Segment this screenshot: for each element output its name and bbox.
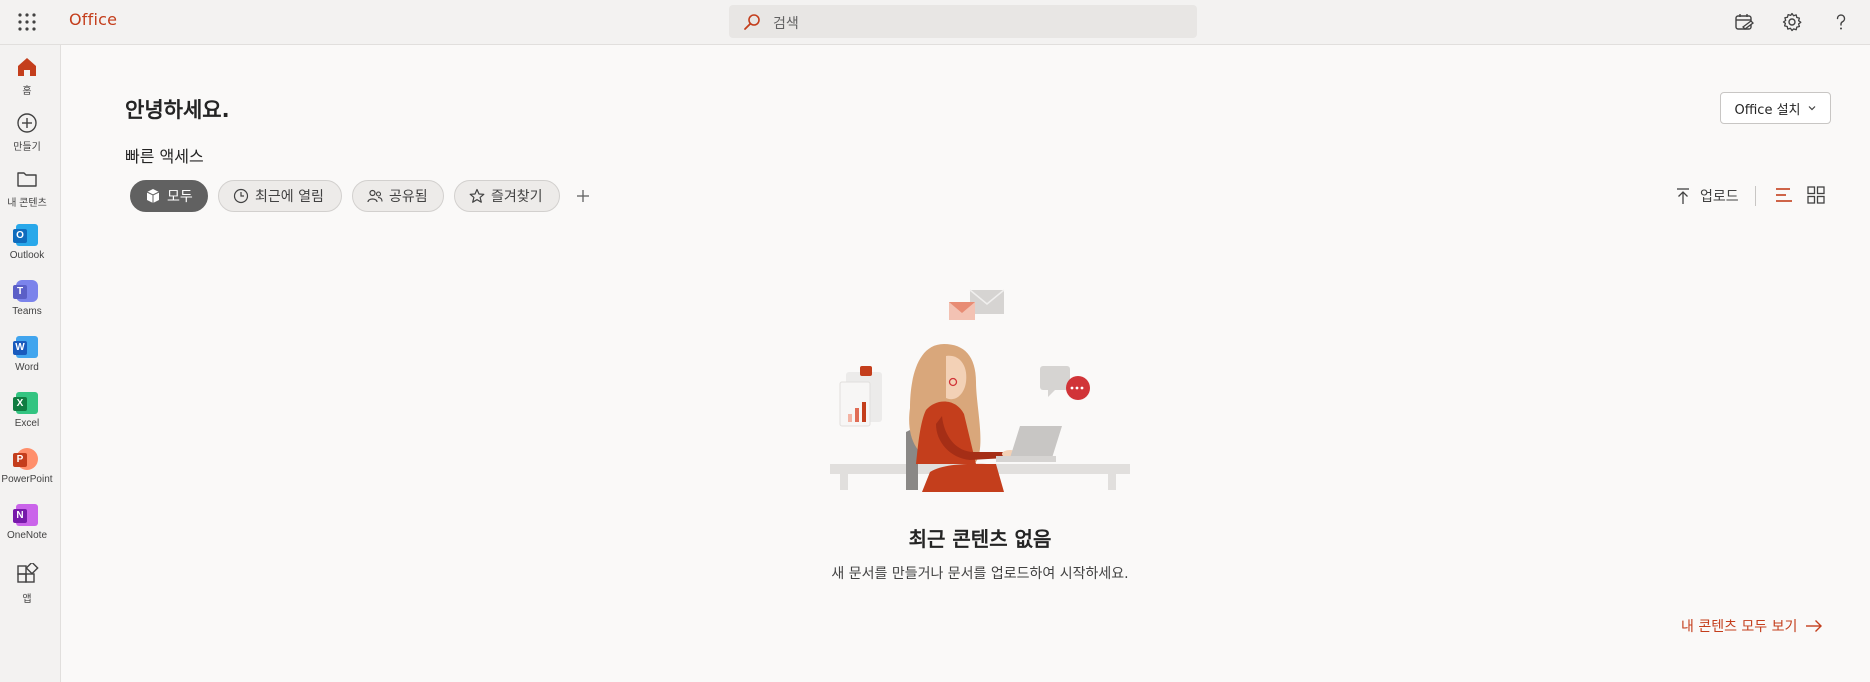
see-all-content-link[interactable]: 내 콘텐츠 모두 보기: [1681, 616, 1823, 636]
upload-button[interactable]: 업로드: [1674, 183, 1739, 209]
rail-item-create[interactable]: 만들기: [0, 107, 54, 159]
install-office-label: Office 설치: [1734, 102, 1801, 118]
list-view-icon[interactable]: [1773, 184, 1795, 206]
clock-icon: [233, 188, 249, 204]
rail-label: Teams: [12, 306, 42, 317]
empty-state-subtitle: 새 문서를 만들거나 문서를 업로드하여 시작하세요.: [831, 566, 1129, 582]
filter-recent[interactable]: 최근에 열림: [218, 180, 342, 212]
divider: [1755, 186, 1756, 206]
empty-state-illustration: [830, 289, 1130, 492]
filter-favorites[interactable]: 즐겨찾기: [454, 180, 560, 212]
rail-label: PowerPoint: [1, 474, 53, 485]
left-rail: 홈 만들기 내 콘텐츠 O Outlook T Teams W Word X E…: [0, 45, 61, 682]
rail-item-excel[interactable]: X Excel: [0, 387, 54, 439]
word-icon: W: [13, 336, 38, 358]
cube-icon: [146, 189, 160, 203]
filter-all[interactable]: 모두: [130, 180, 208, 212]
teams-icon: T: [13, 280, 38, 302]
filter-shared[interactable]: 공유됨: [352, 180, 444, 212]
chevron-down-icon: [1808, 106, 1815, 111]
search-icon: [744, 14, 760, 30]
rail-label: Outlook: [9, 250, 45, 261]
excel-icon: X: [13, 392, 38, 414]
upload-icon: [1677, 188, 1689, 204]
rail-label: 홈: [22, 86, 32, 97]
whats-new-icon[interactable]: [1733, 11, 1755, 33]
search-placeholder: 검색: [773, 16, 799, 32]
quick-access-title: 빠른 액세스: [125, 147, 204, 166]
powerpoint-icon: P: [13, 448, 38, 470]
folder-icon: [17, 172, 37, 187]
rail-item-outlook[interactable]: O Outlook: [0, 219, 54, 271]
page-title: 안녕하세요.: [125, 98, 230, 122]
rail-label: Excel: [14, 418, 40, 429]
see-all-label: 내 콘텐츠 모두 보기: [1681, 619, 1798, 635]
rail-label: 만들기: [13, 142, 41, 153]
upload-label: 업로드: [1700, 189, 1739, 205]
settings-icon[interactable]: [1781, 11, 1803, 33]
people-icon: [367, 189, 383, 203]
rail-item-powerpoint[interactable]: P PowerPoint: [0, 443, 54, 495]
filter-label: 즐겨찾기: [491, 189, 543, 205]
arrow-right-icon: [1806, 620, 1823, 632]
outlook-icon: O: [13, 224, 38, 246]
rail-label: 앱: [22, 594, 32, 605]
filter-label: 공유됨: [389, 189, 428, 205]
top-bar: Office 검색: [0, 0, 1870, 45]
filter-label: 모두: [167, 189, 193, 205]
home-icon: [18, 58, 36, 76]
filter-label: 최근에 열림: [255, 189, 324, 205]
rail-label: 내 콘텐츠: [7, 198, 47, 209]
empty-state-title: 최근 콘텐츠 없음: [908, 527, 1052, 551]
add-filter-icon[interactable]: [572, 185, 594, 207]
help-icon[interactable]: [1830, 11, 1852, 33]
rail-label: Word: [15, 362, 39, 373]
rail-item-teams[interactable]: T Teams: [0, 275, 54, 327]
search-box[interactable]: 검색: [729, 5, 1197, 38]
rail-item-word[interactable]: W Word: [0, 331, 54, 383]
app-launcher-icon[interactable]: [16, 11, 38, 33]
grid-view-icon[interactable]: [1805, 184, 1827, 206]
install-office-button[interactable]: Office 설치: [1720, 92, 1831, 124]
office-brand[interactable]: Office: [69, 10, 117, 29]
rail-item-my-content[interactable]: 내 콘텐츠: [0, 163, 54, 215]
create-icon: [17, 113, 37, 133]
star-icon: [469, 188, 485, 203]
rail-item-home[interactable]: 홈: [0, 51, 54, 103]
